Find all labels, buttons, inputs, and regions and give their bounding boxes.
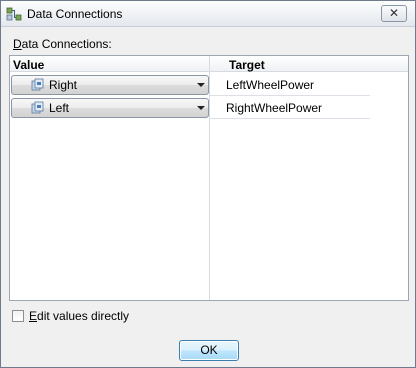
ok-button[interactable]: OK <box>179 340 239 361</box>
table-row: Left RightWheelPower <box>10 96 408 119</box>
target-cell[interactable]: RightWheelPower <box>226 101 322 115</box>
column-header-value[interactable]: Value <box>13 58 44 72</box>
dropdown-selected-value: Left <box>49 101 70 115</box>
column-header-target[interactable]: Target <box>229 58 265 72</box>
value-dropdown[interactable]: Right <box>11 75 209 95</box>
connections-grid: Value Target Right LeftWheelPower Left R… <box>9 55 409 301</box>
chevron-down-icon[interactable] <box>197 83 205 87</box>
data-connections-dialog: Data Connections ✕ Data Connections: Val… <box>0 0 416 368</box>
dropdown-selected-value: Right <box>49 78 78 92</box>
label-mnemonic: D <box>13 37 22 51</box>
edit-values-directly-label[interactable]: Edit values directly <box>29 309 129 323</box>
data-source-icon <box>31 101 44 114</box>
close-button[interactable]: ✕ <box>381 5 407 22</box>
data-connections-label: Data Connections: <box>13 37 112 51</box>
window-title: Data Connections <box>27 7 123 21</box>
table-row: Right LeftWheelPower <box>10 73 408 96</box>
data-connections-icon <box>6 7 22 21</box>
edit-values-directly-checkbox[interactable] <box>12 310 24 322</box>
value-dropdown[interactable]: Left <box>11 98 209 118</box>
label-text: ata Connections: <box>21 37 112 51</box>
label-text: dit values directly <box>37 309 130 323</box>
row-divider <box>210 118 370 119</box>
title-bar[interactable]: Data Connections ✕ <box>1 1 415 27</box>
target-cell[interactable]: LeftWheelPower <box>226 78 314 92</box>
label-mnemonic: E <box>29 309 38 323</box>
chevron-down-icon[interactable] <box>197 106 205 110</box>
data-source-icon <box>31 78 44 91</box>
close-icon: ✕ <box>388 6 400 20</box>
